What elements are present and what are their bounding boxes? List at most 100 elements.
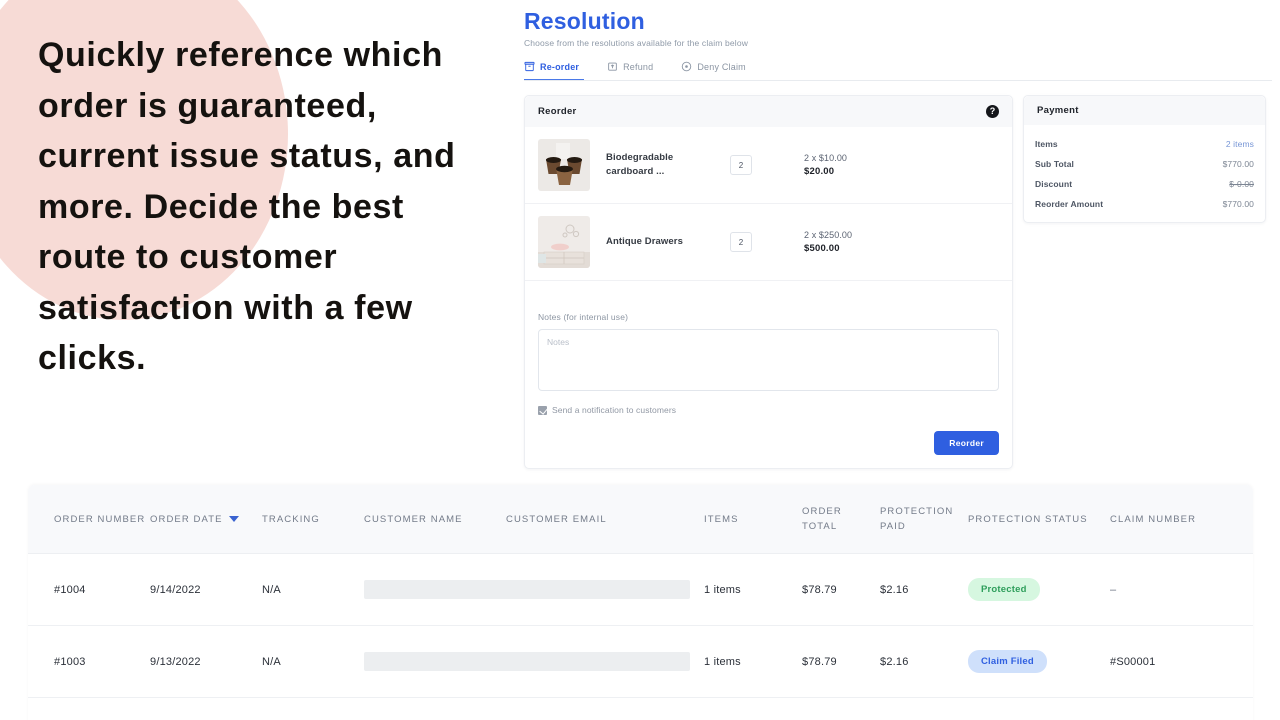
line-item-total: $20.00 bbox=[804, 166, 835, 177]
payment-summary: Items 2 items Sub Total $770.00 Discount… bbox=[1024, 125, 1265, 222]
line-item: Antique Drawers 2 2 x $250.00 $500.00 bbox=[525, 204, 1012, 281]
column-label: ORDER TOTAL bbox=[802, 506, 842, 532]
column-header-order-total[interactable]: ORDER TOTAL bbox=[802, 485, 880, 554]
cell-protection-status: Unprotected bbox=[968, 697, 1110, 720]
reorder-card-title: Reorder bbox=[538, 106, 577, 117]
table-header-row: ORDER NUMBER ORDER DATE TRACKING CUSTOME… bbox=[28, 485, 1253, 554]
payment-row-value: $770.00 bbox=[1222, 159, 1254, 169]
payment-row-label: Items bbox=[1035, 139, 1058, 149]
payment-row-label: Reorder Amount bbox=[1035, 199, 1104, 209]
cell-claim-number: – bbox=[1110, 697, 1253, 720]
tab-refund[interactable]: Refund bbox=[607, 61, 653, 81]
cell-tracking: N/A bbox=[262, 553, 364, 626]
line-item: Biodegradable cardboard ... 2 2 x $10.00… bbox=[525, 127, 1012, 204]
cell-customer-name bbox=[364, 553, 704, 626]
cell-order-date: 9/13/2022 bbox=[150, 697, 262, 720]
line-item-price: 2 x $10.00 $20.00 bbox=[804, 153, 934, 177]
reorder-submit-button[interactable]: Reorder bbox=[934, 431, 999, 455]
promo-headline: Quickly reference which order is guarant… bbox=[38, 36, 456, 377]
column-label: PROTECTION STATUS bbox=[968, 513, 1088, 525]
payment-row-sub-total: Sub Total $770.00 bbox=[1035, 149, 1254, 169]
page-subtitle: Choose from the resolutions available fo… bbox=[524, 38, 748, 48]
cell-tracking: N/A bbox=[262, 697, 364, 720]
column-header-protection-status[interactable]: PROTECTION STATUS bbox=[968, 485, 1110, 554]
notes-input[interactable] bbox=[538, 329, 999, 391]
cell-order-number: #1004 bbox=[28, 553, 150, 626]
resolution-tabs: Re-order Refund Deny Claim bbox=[524, 61, 1272, 81]
column-header-items[interactable]: ITEMS bbox=[704, 485, 802, 554]
box-icon bbox=[524, 61, 535, 72]
column-label: ORDER NUMBER bbox=[54, 513, 146, 525]
column-label: ITEMS bbox=[704, 513, 739, 525]
cell-order-total: $78.79 bbox=[802, 553, 880, 626]
column-label: PROTECTION PAID bbox=[880, 506, 954, 532]
line-item-unit-price: 2 x $250.00 bbox=[804, 230, 853, 240]
payment-card-header: Payment bbox=[1024, 96, 1265, 125]
line-item-total: $500.00 bbox=[804, 243, 840, 254]
tabs-divider bbox=[524, 80, 1272, 81]
cell-protection-status: Protected bbox=[968, 553, 1110, 626]
table-row[interactable]: #1002 9/13/2022 N/A 1 items $76.63 $0.00… bbox=[28, 697, 1253, 720]
payment-card-title: Payment bbox=[1037, 105, 1079, 116]
app-screenshot: Quickly reference which order is guarant… bbox=[0, 0, 1280, 720]
notify-label: Send a notification to customers bbox=[552, 405, 677, 415]
quantity-input[interactable]: 2 bbox=[730, 232, 752, 252]
cell-order-total: $76.63 bbox=[802, 697, 880, 720]
tab-deny-claim[interactable]: Deny Claim bbox=[681, 61, 746, 81]
table-row[interactable]: #1003 9/13/2022 N/A 1 items $78.79 $2.16… bbox=[28, 625, 1253, 698]
page-title: Resolution bbox=[524, 8, 645, 34]
reorder-card-header: Reorder ? bbox=[525, 96, 1012, 127]
redacted-value bbox=[364, 652, 691, 671]
column-header-protection-paid[interactable]: PROTECTION PAID bbox=[880, 485, 968, 554]
notes-section: Notes (for internal use) Send a notifica… bbox=[525, 281, 1012, 468]
payment-row-items: Items 2 items bbox=[1035, 129, 1254, 149]
redacted-value bbox=[364, 580, 691, 599]
line-item-name: Antique Drawers bbox=[606, 236, 683, 247]
status-badge: Protected bbox=[968, 578, 1040, 601]
cell-protection-paid: $2.16 bbox=[880, 625, 968, 698]
table-row[interactable]: #1004 9/14/2022 N/A 1 items $78.79 $2.16… bbox=[28, 553, 1253, 626]
cell-customer-name bbox=[364, 697, 704, 720]
cell-claim-number: #S00001 bbox=[1110, 625, 1253, 698]
cell-items: 1 items bbox=[704, 697, 802, 720]
question-mark-icon[interactable]: ? bbox=[986, 105, 999, 118]
status-badge: Claim Filed bbox=[968, 650, 1047, 673]
notes-label: Notes (for internal use) bbox=[538, 312, 629, 322]
cell-tracking: N/A bbox=[262, 625, 364, 698]
column-header-tracking[interactable]: TRACKING bbox=[262, 485, 364, 554]
cell-items: 1 items bbox=[704, 625, 802, 698]
column-header-customer-name[interactable]: CUSTOMER NAME bbox=[364, 485, 506, 554]
chevron-down-icon[interactable] bbox=[228, 516, 239, 522]
cell-customer-name bbox=[364, 625, 704, 698]
line-item-price: 2 x $250.00 $500.00 bbox=[804, 230, 934, 254]
cell-order-number: #1002 bbox=[28, 697, 150, 720]
payment-row-value[interactable]: 2 items bbox=[1226, 139, 1254, 149]
resolution-panel: Resolution Choose from the resolutions a… bbox=[524, 8, 1272, 469]
cell-protection-paid: $2.16 bbox=[880, 553, 968, 626]
column-header-order-number[interactable]: ORDER NUMBER bbox=[28, 485, 150, 554]
cell-order-number: #1003 bbox=[28, 625, 150, 698]
column-header-customer-email[interactable]: CUSTOMER EMAIL bbox=[506, 485, 704, 554]
payment-row-reorder-amount: Reorder Amount $770.00 bbox=[1035, 189, 1254, 209]
notify-checkbox[interactable] bbox=[538, 405, 547, 415]
cell-protection-paid: $0.00 bbox=[880, 697, 968, 720]
resolution-content: Reorder ? Biodegradable cardboard ... 2 … bbox=[524, 95, 1272, 469]
reorder-card: Reorder ? Biodegradable cardboard ... 2 … bbox=[524, 95, 1013, 469]
payment-row-label: Sub Total bbox=[1035, 159, 1074, 169]
column-label: CUSTOMER EMAIL bbox=[506, 513, 607, 525]
notify-customers-row[interactable]: Send a notification to customers bbox=[538, 405, 999, 415]
quantity-input[interactable]: 2 bbox=[730, 155, 752, 175]
payment-row-value: $770.00 bbox=[1222, 199, 1254, 209]
column-header-claim-number[interactable]: CLAIM NUMBER bbox=[1110, 485, 1253, 554]
box-arrow-icon bbox=[607, 61, 618, 72]
column-label: CLAIM NUMBER bbox=[1110, 513, 1197, 525]
line-item-name: Biodegradable cardboard ... bbox=[606, 152, 674, 177]
cell-protection-status: Claim Filed bbox=[968, 625, 1110, 698]
tab-re-order[interactable]: Re-order bbox=[524, 61, 584, 81]
cell-items: 1 items bbox=[704, 553, 802, 626]
payment-row-label: Discount bbox=[1035, 179, 1073, 189]
tab-label: Refund bbox=[623, 61, 654, 72]
tab-label: Re-order bbox=[540, 61, 580, 72]
column-label: TRACKING bbox=[262, 513, 320, 525]
column-header-order-date[interactable]: ORDER DATE bbox=[150, 485, 262, 554]
